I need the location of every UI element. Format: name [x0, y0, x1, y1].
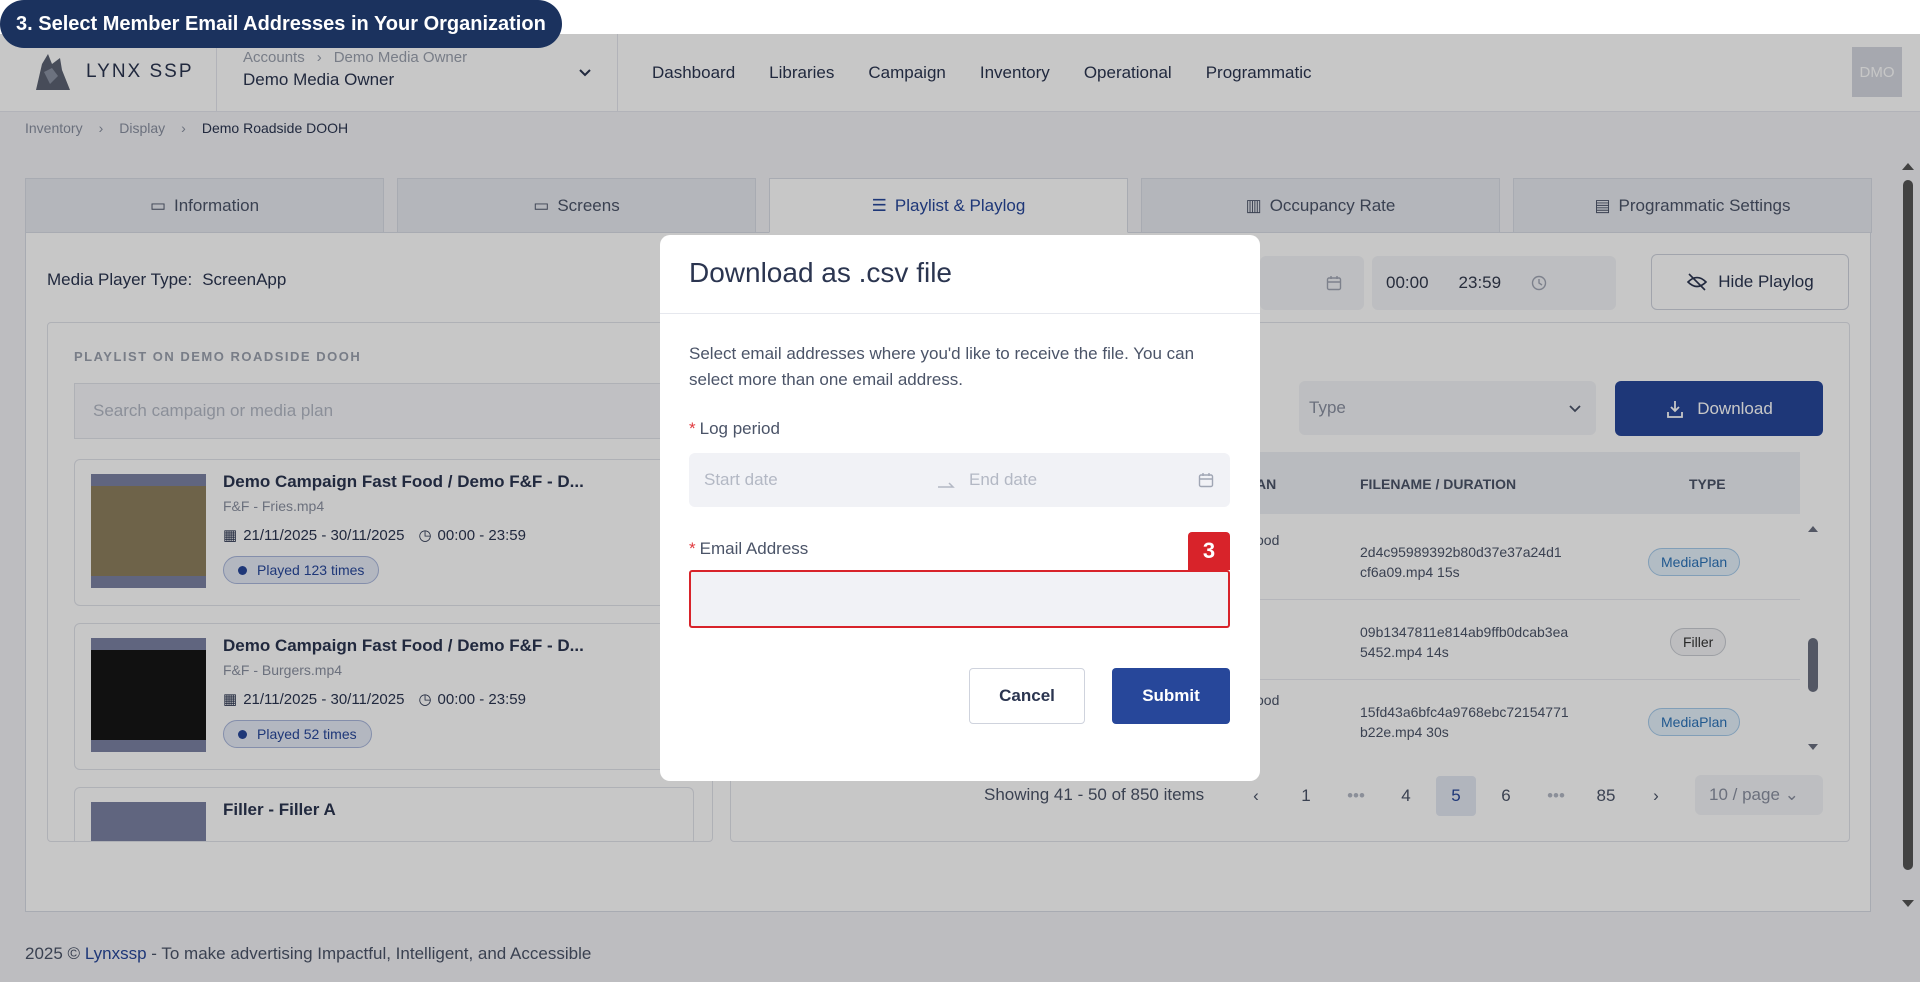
cancel-button[interactable]: Cancel [969, 668, 1085, 724]
email-label-text: Email Address [699, 539, 809, 558]
modal-description: Select email addresses where you'd like … [689, 344, 1195, 389]
email-address-label: * Email Address [689, 539, 808, 559]
email-address-select[interactable] [689, 570, 1230, 628]
end-date-input[interactable]: End date [969, 470, 1037, 490]
required-marker: * [689, 539, 696, 558]
step-marker: 3 [1188, 532, 1230, 570]
arrow-right-icon [938, 482, 955, 488]
modal-divider [660, 313, 1260, 314]
log-period-label-text: Log period [699, 419, 780, 438]
required-marker: * [689, 419, 696, 438]
download-csv-modal: Download as .csv file Select email addre… [660, 235, 1260, 781]
log-period-label: * Log period [689, 419, 780, 439]
calendar-icon [1198, 473, 1214, 488]
submit-button[interactable]: Submit [1112, 668, 1230, 724]
modal-title: Download as .csv file [689, 257, 953, 288]
log-period-range-picker[interactable]: Start date End date [689, 453, 1230, 507]
step-banner: 3. Select Member Email Addresses in Your… [0, 0, 562, 48]
start-date-input[interactable]: Start date [704, 470, 778, 490]
